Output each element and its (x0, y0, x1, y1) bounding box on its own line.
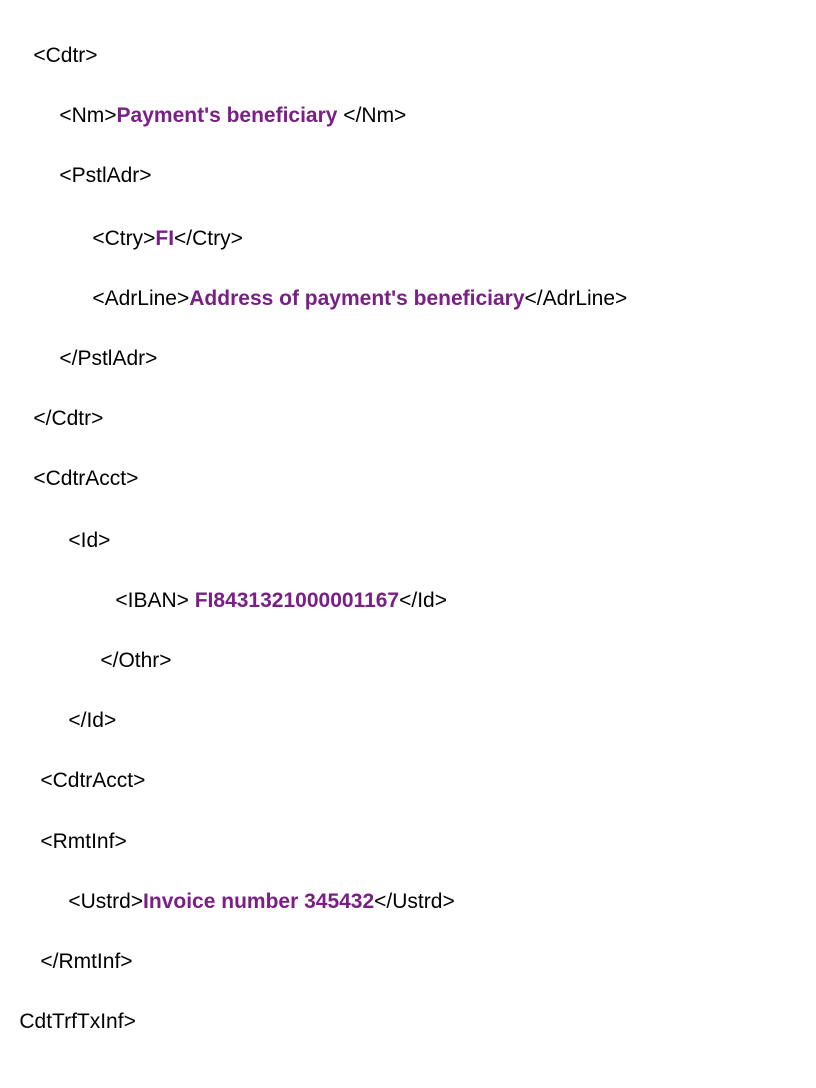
xml-tag: </RmtInf> (40, 950, 133, 973)
xml-line-pstladr-open: <PstlAdr> (36, 140, 152, 212)
xml-tag: <CdtrAcct> (40, 769, 146, 792)
xml-tag: <CdtrAcct> (33, 467, 139, 490)
xml-tag: <Ustrd> (68, 890, 144, 913)
xml-value-iban: FI8431321000001167 (194, 589, 400, 612)
xml-tag: <IBAN> (115, 589, 195, 612)
xml-tag: <Id> (68, 529, 111, 552)
xml-tag: <PstlAdr> (59, 164, 152, 187)
xml-tag: <Cdtr> (33, 44, 98, 67)
xml-tag: <AdrLine> (92, 287, 190, 310)
xml-tag: CdtTrfTxInf> (19, 1010, 136, 1033)
xml-snippet-document: <Cdtr> <Nm>Payment's beneficiary </Nm> <… (0, 0, 816, 1088)
xml-tag: </PstlAdr> (59, 347, 158, 370)
xml-tag: </Ustrd> (374, 890, 455, 913)
xml-tag: <Nm> (59, 104, 117, 127)
xml-tag: </Othr> (100, 649, 172, 672)
xml-tag: <Ctry> (92, 227, 156, 250)
xml-value-ustrd: Invoice number 345432 (143, 890, 375, 913)
xml-tag: </AdrLine> (524, 287, 628, 310)
xml-tag: <RmtInf> (40, 830, 127, 853)
xml-tag: </Cdtr> (33, 407, 104, 430)
xml-value-ctry: FI (155, 227, 175, 250)
xml-tag: </Id> (68, 709, 117, 732)
xml-value-adrline: Address of payment's beneficiary (189, 287, 525, 310)
xml-tag: </Id> (399, 589, 447, 612)
xml-tag: </Ctry> (174, 227, 243, 250)
xml-line-cdttrftxinf-close: CdtTrfTxInf> (0, 986, 136, 1058)
xml-value-nm: Payment's beneficiary (116, 104, 338, 127)
xml-tag: </Nm> (337, 104, 407, 127)
